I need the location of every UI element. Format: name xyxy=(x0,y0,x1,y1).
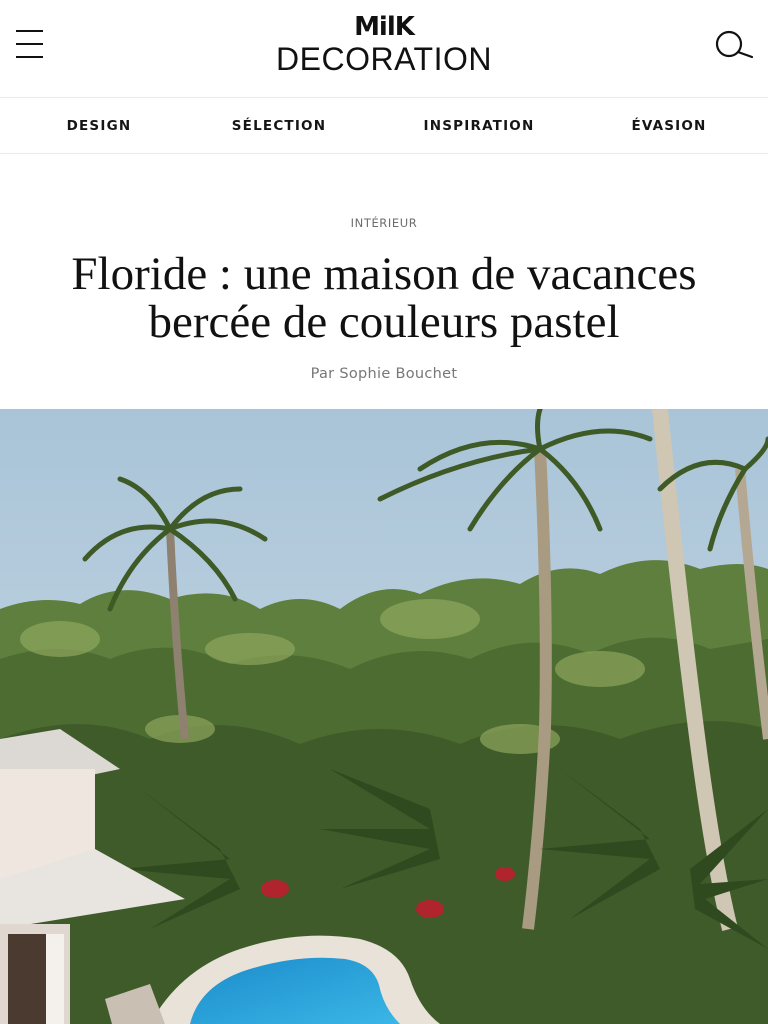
article-title: Floride : une maison de vacances bercée … xyxy=(40,250,728,346)
hero-image xyxy=(0,409,768,1024)
nav-item-evasion[interactable]: ÉVASION xyxy=(610,98,728,154)
nav-item-selection[interactable]: SÉLECTION xyxy=(214,98,344,154)
logo-milk: MilK xyxy=(354,12,415,42)
logo-decoration: DECORATION xyxy=(276,41,492,77)
nav-item-design[interactable]: DESIGN xyxy=(40,98,158,154)
site-logo[interactable]: MilK DECORATION xyxy=(0,12,768,76)
site-header: MilK DECORATION xyxy=(0,0,768,98)
article-title-line-1: Floride : une maison de vacances xyxy=(71,248,697,300)
article-byline: Par Sophie Bouchet xyxy=(310,366,458,382)
article-title-line-2: bercée de couleurs pastel xyxy=(148,296,620,348)
article-category[interactable]: INTÉRIEUR xyxy=(0,216,768,230)
nav-item-inspiration[interactable]: INSPIRATION xyxy=(414,98,544,154)
main-nav: DESIGN SÉLECTION INSPIRATION ÉVASION xyxy=(0,98,768,154)
search-icon[interactable] xyxy=(714,28,756,62)
